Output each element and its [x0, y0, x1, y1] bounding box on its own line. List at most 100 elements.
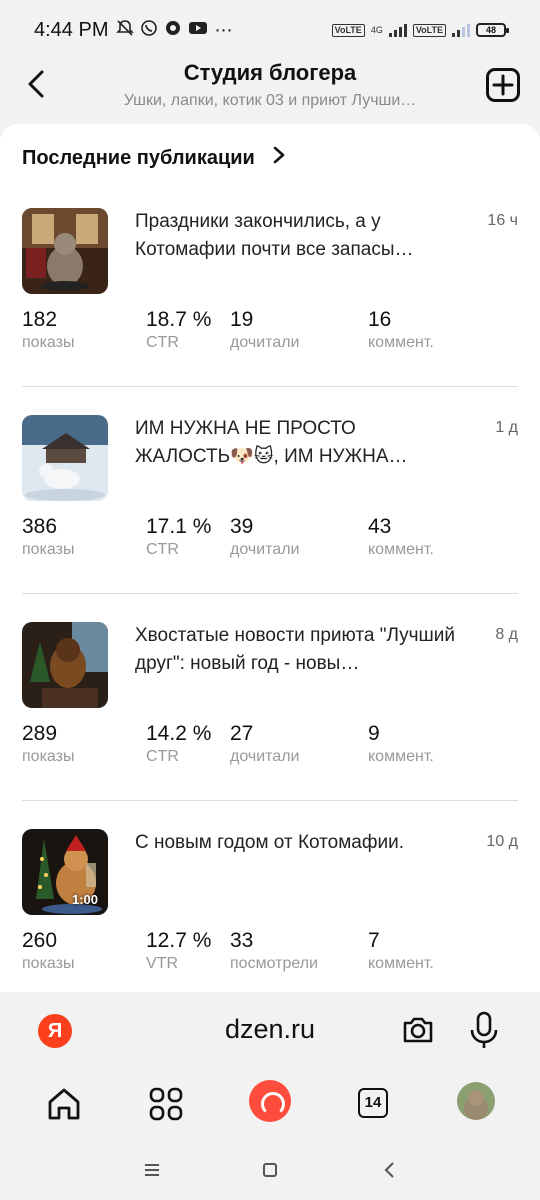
plus-icon	[492, 74, 514, 96]
divider	[22, 386, 518, 387]
alice-assistant-button[interactable]	[249, 1080, 291, 1122]
publication-stats: 289 показы 14.2 % CTR 27 дочитали 9 коммент.	[22, 722, 518, 782]
system-status-icons: VoLTE 4G VoLTE 48	[331, 23, 509, 37]
home-icon	[48, 1088, 80, 1120]
stat-read: 27 дочитали	[230, 722, 299, 766]
camera-search-icon[interactable]	[400, 1012, 436, 1048]
stat-value: 27	[230, 722, 254, 745]
stat-value: 17.1 %	[146, 515, 212, 538]
mute-bell-icon	[116, 19, 135, 42]
volte-icon-2: VoLTE	[412, 23, 446, 37]
publication-time: 8 д	[495, 626, 518, 643]
page-title: Студия блогера	[183, 60, 357, 85]
publication-time: 10 д	[486, 833, 518, 850]
home-square-icon[interactable]	[258, 1158, 282, 1182]
stat-label: посмотрели	[230, 955, 318, 972]
publication-thumbnail	[22, 622, 108, 708]
app-header: Студия блогера Ушки, лапки, котик 03 и п…	[0, 60, 540, 124]
notification-icons: ⋯	[116, 19, 232, 42]
video-duration-badge: 1:00	[71, 892, 98, 907]
recent-publications-link[interactable]: Последние публикации	[22, 144, 286, 170]
section-title: Последние публикации	[22, 147, 255, 169]
publication-title: ИМ НУЖНА НЕ ПРОСТО ЖАЛОСТЬ🐶🐱, ИМ НУЖНА…	[135, 418, 408, 467]
page-subtitle: Ушки, лапки, котик 03 и приют Лучши…	[123, 92, 417, 109]
divider	[22, 593, 518, 594]
stat-read: 19 дочитали	[230, 308, 299, 352]
stat-value: 182	[22, 308, 58, 331]
youtube-icon	[188, 20, 208, 41]
stat-label: дочитали	[230, 334, 300, 351]
publication-thumbnail	[22, 415, 108, 501]
stat-value: 289	[22, 722, 58, 745]
publication-time: 1 д	[495, 419, 518, 436]
stat-views: 182 показы	[22, 308, 74, 352]
publication-title: Праздники закончились, а у Котомафии поч…	[135, 211, 414, 260]
stat-value: 9	[368, 722, 380, 745]
browser-address-bar[interactable]: Я dzen.ru	[22, 998, 518, 1062]
volte-icon: VoLTE	[331, 23, 365, 37]
stat-label: дочитали	[230, 748, 300, 765]
stat-comments: 9 коммент.	[368, 722, 434, 766]
stat-label: показы	[22, 955, 75, 972]
stat-value: 39	[230, 515, 254, 538]
stat-watched: 33 посмотрели	[230, 929, 318, 973]
stat-value: 33	[230, 929, 254, 952]
stat-value: 19	[230, 308, 254, 331]
stat-ctr: 14.2 % CTR	[146, 722, 211, 766]
publication-stats: 386 показы 17.1 % CTR 39 дочитали 43 коммент…	[22, 515, 518, 575]
stat-label: коммент.	[368, 541, 434, 558]
bottom-navigation: 14	[0, 1070, 540, 1140]
stat-label: показы	[22, 541, 75, 558]
stat-comments: 16 коммент.	[368, 308, 434, 352]
publication-item[interactable]: ИМ НУЖНА НЕ ПРОСТО ЖАЛОСТЬ🐶🐱, ИМ НУЖНА… …	[22, 415, 518, 595]
stat-label: коммент.	[368, 748, 434, 765]
network-type: 4G	[370, 25, 383, 35]
signal-icon	[388, 23, 407, 37]
battery-icon: 48	[476, 23, 509, 37]
publication-item[interactable]: 1:00 С новым годом от Котомафии. 10 д 26…	[22, 829, 518, 992]
messenger-icon	[164, 19, 182, 42]
url-text[interactable]: dzen.ru	[22, 1014, 518, 1045]
publication-thumbnail: 1:00	[22, 829, 108, 915]
stat-label: показы	[22, 334, 75, 351]
stat-value: 12.7 %	[146, 929, 212, 952]
stat-value: 14.2 %	[146, 722, 212, 745]
publications-card: Последние публикации Праздники закончили…	[0, 124, 540, 992]
publication-item[interactable]: Праздники закончились, а у Котомафии поч…	[22, 208, 518, 388]
stat-label: показы	[22, 748, 75, 765]
publication-title: С новым годом от Котомафии.	[135, 832, 404, 853]
tabs-button[interactable]: 14	[358, 1088, 388, 1118]
stat-value: 386	[22, 515, 58, 538]
publication-title: Хвостатые новости приюта "Лучший друг": …	[135, 625, 455, 674]
back-triangle-icon[interactable]	[378, 1158, 402, 1182]
stat-comments: 7 коммент.	[368, 929, 434, 973]
microphone-icon[interactable]	[468, 1010, 500, 1050]
publication-item[interactable]: Хвостатые новости приюта "Лучший друг": …	[22, 622, 518, 802]
stat-ctr: 17.1 % CTR	[146, 515, 211, 559]
publication-thumbnail	[22, 208, 108, 294]
stat-read: 39 дочитали	[230, 515, 299, 559]
stat-views: 260 показы	[22, 929, 74, 973]
services-button[interactable]	[144, 1082, 188, 1126]
stat-value: 43	[368, 515, 392, 538]
stat-vtr: 12.7 % VTR	[146, 929, 211, 973]
menu-icon[interactable]	[140, 1158, 164, 1182]
profile-avatar[interactable]	[457, 1082, 495, 1120]
signal-icon-2	[452, 23, 470, 37]
add-publication-button[interactable]	[486, 68, 520, 102]
stat-value: 18.7 %	[146, 308, 212, 331]
publication-stats: 182 показы 18.7 % CTR 19 дочитали 16 коммент…	[22, 308, 518, 368]
stat-label: коммент.	[368, 955, 434, 972]
whatsapp-icon	[140, 19, 158, 42]
stat-value: 16	[368, 308, 392, 331]
divider	[22, 800, 518, 801]
stat-views: 386 показы	[22, 515, 74, 559]
stat-label: CTR	[146, 541, 179, 558]
home-button[interactable]	[42, 1082, 86, 1126]
chevron-right-icon	[272, 144, 286, 170]
more-dots-icon: ⋯	[214, 19, 233, 40]
stat-comments: 43 коммент.	[368, 515, 434, 559]
stat-label: CTR	[146, 748, 179, 765]
stat-label: коммент.	[368, 334, 434, 351]
stat-label: VTR	[146, 955, 178, 972]
